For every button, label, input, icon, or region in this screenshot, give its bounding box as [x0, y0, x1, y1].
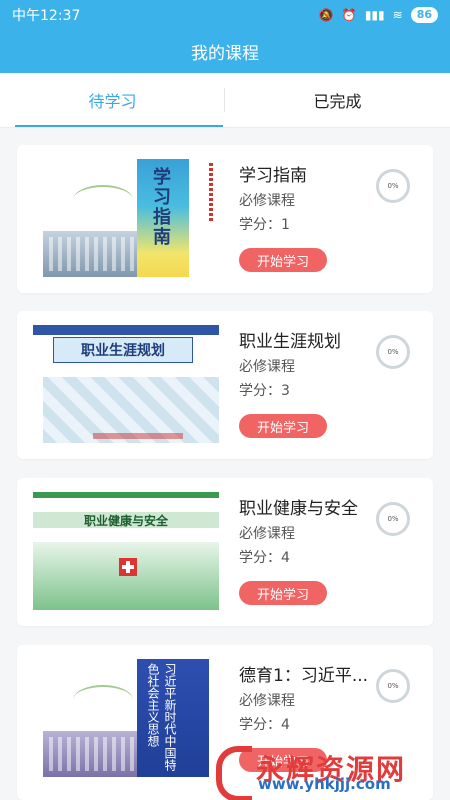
course-title: 德育1：习近平... — [239, 666, 369, 686]
course-title: 职业生涯规划 — [239, 332, 341, 352]
tab-to-study[interactable]: 待学习 — [0, 73, 225, 127]
wifi-icon: ≋ — [392, 8, 403, 22]
watermark-logo-icon — [210, 740, 256, 800]
status-time: 中午12:37 — [12, 8, 81, 24]
course-card[interactable]: 职业生涯规划 职业生涯规划 必修课程 学分：3 开始学习 0% — [17, 311, 433, 459]
tab-bar: 待学习 已完成 — [0, 73, 450, 128]
progress-ring: 0% — [376, 669, 410, 703]
course-card[interactable]: 学习指南 学习指南 必修课程 学分：1 开始学习 0% — [17, 145, 433, 293]
course-cover[interactable]: 职业健康与安全 — [33, 492, 219, 610]
cover-title: 学习指南 — [150, 167, 171, 247]
progress-ring: 0% — [376, 502, 410, 536]
course-category: 必修课程 — [239, 359, 295, 375]
page-title: 我的课程 — [191, 44, 259, 64]
course-cover[interactable]: 职业生涯规划 — [33, 325, 219, 443]
battery-badge: 86 — [410, 7, 438, 23]
course-credit: 学分：4 — [239, 550, 290, 566]
start-learning-button[interactable]: 开始学习 — [239, 414, 327, 438]
mute-icon: 🔕 — [318, 8, 334, 22]
course-cover[interactable]: 习近平新时代中国特色社会主义思想 — [33, 659, 219, 777]
start-learning-button[interactable]: 开始学习 — [239, 248, 327, 272]
course-credit: 学分：1 — [239, 217, 290, 233]
course-credit: 学分：4 — [239, 717, 290, 733]
cover-title: 职业生涯规划 — [53, 337, 193, 363]
course-category: 必修课程 — [239, 526, 295, 542]
progress-ring: 0% — [376, 169, 410, 203]
course-title: 职业健康与安全 — [239, 499, 358, 519]
start-learning-button[interactable]: 开始学习 — [239, 581, 327, 605]
watermark: 永辉资源网 www.yhkjjj.com — [210, 735, 450, 800]
signal-icon: ▮▮▮ — [364, 8, 385, 22]
course-credit: 学分：3 — [239, 383, 290, 399]
red-cross-icon — [119, 558, 137, 576]
course-title: 学习指南 — [239, 166, 307, 186]
status-bar: 中午12:37 🔕 ⏰ ▮▮▮ ≋ 86 — [0, 0, 450, 30]
course-category: 必修课程 — [239, 193, 295, 209]
cover-title: 职业健康与安全 — [33, 512, 219, 528]
tab-completed[interactable]: 已完成 — [225, 73, 450, 127]
course-cover[interactable]: 学习指南 — [33, 159, 219, 277]
course-card[interactable]: 职业健康与安全 职业健康与安全 必修课程 学分：4 开始学习 0% — [17, 478, 433, 626]
alarm-icon: ⏰ — [341, 8, 357, 22]
cover-title: 习近平新时代中国特色社会主义思想 — [146, 663, 177, 771]
status-icons: 🔕 ⏰ ▮▮▮ ≋ 86 — [319, 7, 438, 23]
top-bar: 中午12:37 🔕 ⏰ ▮▮▮ ≋ 86 我的课程 — [0, 0, 450, 73]
course-category: 必修课程 — [239, 693, 295, 709]
progress-ring: 0% — [376, 335, 410, 369]
watermark-url: www.yhkjjj.com — [258, 775, 391, 793]
